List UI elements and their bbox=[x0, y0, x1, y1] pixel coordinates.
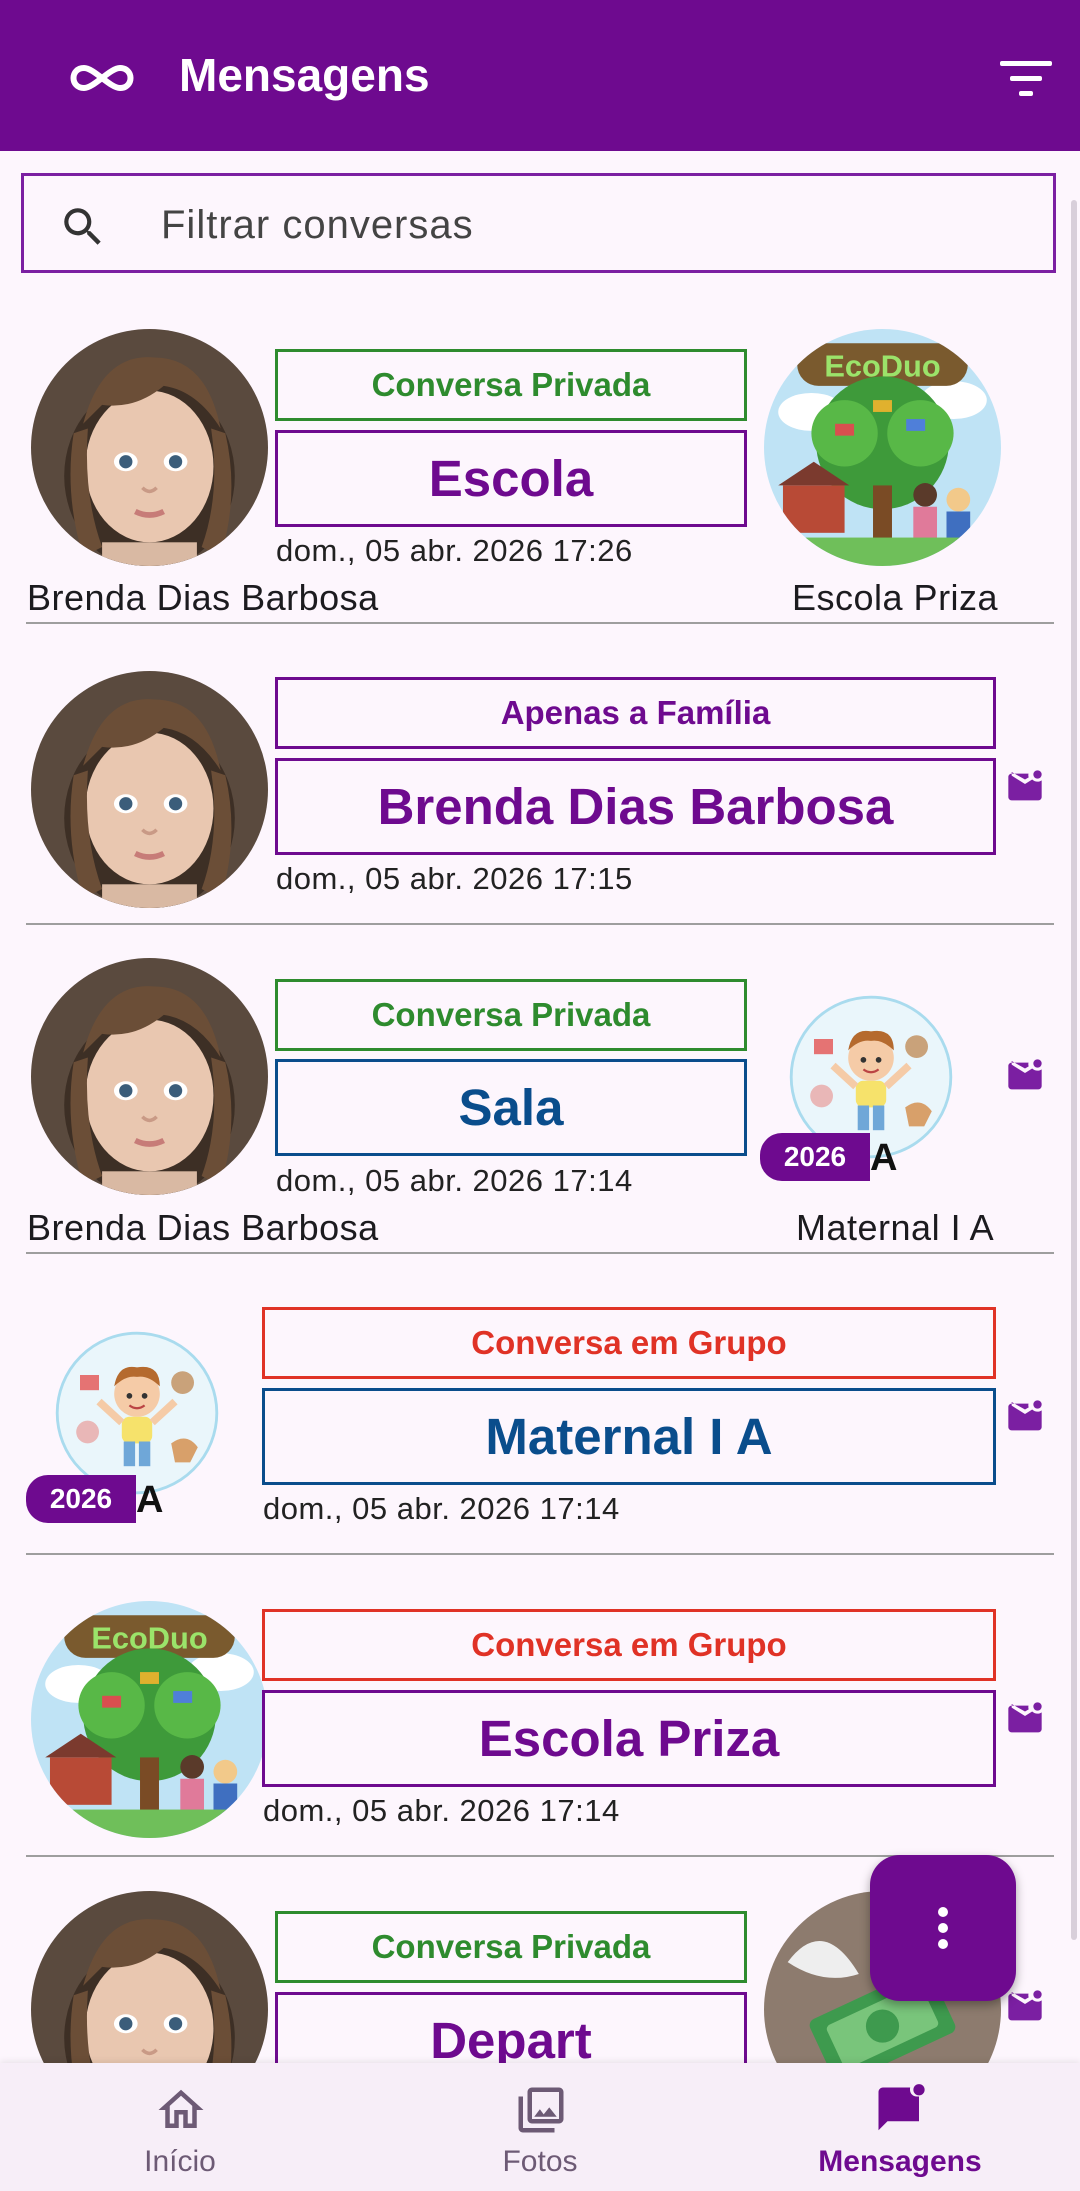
sender-name: Brenda Dias Barbosa bbox=[27, 1207, 379, 1248]
avatar-school bbox=[764, 329, 1001, 566]
bottom-navigation: Início Fotos Mensagens bbox=[0, 2063, 1080, 2191]
conversation-date: dom., 05 abr. 2026 17:14 bbox=[263, 1491, 620, 1526]
conversation-title: Escola bbox=[275, 430, 747, 527]
year-badge: 2026 bbox=[760, 1133, 870, 1181]
conversation-type-badge: Conversa Privada bbox=[275, 349, 747, 421]
class-letter: A bbox=[136, 1479, 164, 1521]
divider bbox=[26, 1553, 1054, 1555]
conversation-date: dom., 05 abr. 2026 17:14 bbox=[276, 1163, 633, 1198]
more-options-button[interactable] bbox=[870, 1855, 1016, 2001]
photos-icon bbox=[518, 2087, 564, 2133]
avatar-student bbox=[31, 329, 268, 566]
conversation-title: Escola Priza bbox=[262, 1690, 996, 1787]
search-icon bbox=[64, 208, 101, 245]
infinity-icon[interactable] bbox=[66, 50, 138, 106]
year-badge: 2026 bbox=[26, 1475, 136, 1523]
conversation-type-badge: Conversa Privada bbox=[275, 1911, 747, 1983]
nav-item-label: Mensagens bbox=[818, 2145, 982, 2178]
filter-icon[interactable] bbox=[998, 55, 1054, 103]
sender-name: Brenda Dias Barbosa bbox=[27, 577, 379, 618]
recipient-name: Maternal I A bbox=[796, 1207, 995, 1248]
conversation-type-badge: Conversa em Grupo bbox=[262, 1307, 996, 1379]
conversation-type-badge: Conversa em Grupo bbox=[262, 1609, 996, 1681]
more-vertical-icon bbox=[938, 1907, 948, 1949]
conversation-date: dom., 05 abr. 2026 17:15 bbox=[276, 861, 633, 896]
unread-mail-icon bbox=[1003, 1987, 1047, 2027]
unread-mail-icon bbox=[1003, 1397, 1047, 1437]
class-letter: A bbox=[870, 1137, 898, 1179]
nav-item-inicio[interactable]: Início bbox=[0, 2063, 360, 2191]
conversation-title: Brenda Dias Barbosa bbox=[275, 758, 996, 855]
unread-mail-icon bbox=[1003, 1699, 1047, 1739]
nav-item-mensagens[interactable]: Mensagens bbox=[720, 2063, 1080, 2191]
avatar-school bbox=[31, 1601, 268, 1838]
conversation-date: dom., 05 abr. 2026 17:14 bbox=[263, 1793, 620, 1828]
unread-mail-icon bbox=[1003, 767, 1047, 807]
unread-mail-icon bbox=[1003, 1056, 1047, 1096]
recipient-name: Escola Priza bbox=[792, 577, 999, 618]
search-bar[interactable] bbox=[21, 173, 1056, 273]
avatar-student bbox=[31, 671, 268, 908]
divider bbox=[26, 1252, 1054, 1254]
divider bbox=[26, 622, 1054, 624]
app-bar: Mensagens bbox=[0, 0, 1080, 151]
avatar-student bbox=[31, 958, 268, 1195]
page-title: Mensagens bbox=[179, 49, 430, 101]
home-icon bbox=[158, 2089, 204, 2128]
conversation-type-badge: Conversa Privada bbox=[275, 979, 747, 1051]
conversation-date: dom., 05 abr. 2026 17:26 bbox=[276, 533, 633, 568]
search-input[interactable] bbox=[159, 194, 1013, 256]
conversation-title: Sala bbox=[275, 1059, 747, 1156]
nav-item-label: Fotos bbox=[502, 2145, 578, 2178]
conversation-title: Maternal I A bbox=[262, 1388, 996, 1485]
chat-icon bbox=[878, 2084, 925, 2131]
conversation-type-badge: Apenas a Família bbox=[275, 677, 996, 749]
nav-item-label: Início bbox=[144, 2145, 216, 2178]
nav-item-fotos[interactable]: Fotos bbox=[360, 2063, 720, 2191]
scrollbar[interactable] bbox=[1071, 200, 1077, 1940]
divider bbox=[26, 923, 1054, 925]
